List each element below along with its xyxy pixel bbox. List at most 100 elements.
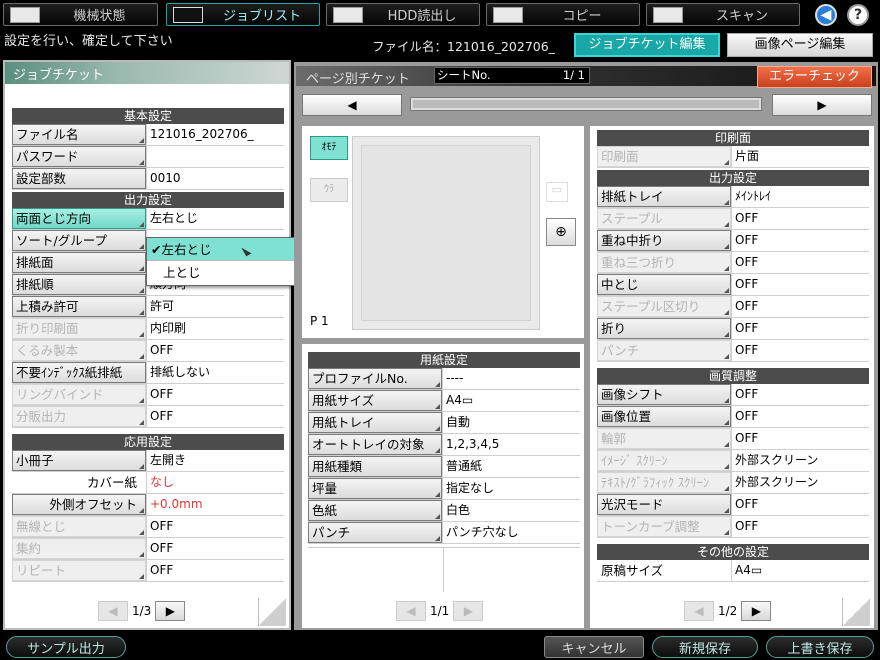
corner-mark-icon: [139, 354, 144, 359]
setting-key-button[interactable]: 重ね中折り: [597, 230, 731, 251]
tab-job-ticket-edit[interactable]: ジョブチケット編集: [574, 33, 720, 57]
setting-key-button[interactable]: オートトレイの対象: [308, 434, 442, 455]
prev-page-button[interactable]: ◀: [684, 601, 714, 621]
setting-key-button[interactable]: パンチ: [308, 522, 442, 543]
corner-mark-icon: [724, 310, 729, 315]
setting-row: ﾃｷｽﾄ/ｸﾞﾗﾌｨｯｸ ｽｸﾘｰﾝ 外部スクリーン: [597, 472, 869, 494]
setting-key-button[interactable]: 画像シフト: [597, 384, 731, 405]
back-side-button[interactable]: ｳﾗ: [310, 178, 348, 202]
setting-key-button[interactable]: 外側オフセット: [12, 494, 146, 515]
setting-key-button[interactable]: 色紙: [308, 500, 442, 521]
setting-key-button[interactable]: パスワード: [12, 146, 146, 167]
setting-key-button: 重ね三つ折り: [597, 252, 731, 273]
sample-output-button[interactable]: サンプル出力: [6, 636, 126, 658]
setting-value: 1,2,3,4,5: [442, 434, 580, 455]
sheet-prev-button[interactable]: ◀: [302, 94, 402, 116]
setting-key-button[interactable]: 不要ｲﾝﾃﾞｯｸｽ紙排紙: [12, 362, 146, 383]
setting-key-button: くるみ製本: [12, 340, 146, 361]
setting-key-button: リングバインド: [12, 384, 146, 405]
setting-value: OFF: [146, 516, 284, 537]
setting-value: 外部スクリーン: [731, 450, 869, 471]
next-page-button[interactable]: ▶: [741, 601, 772, 621]
setting-value: OFF: [731, 296, 869, 317]
setting-key-button[interactable]: 上積み許可: [12, 296, 146, 317]
setting-value: なし: [146, 472, 284, 493]
tab-image-page-edit[interactable]: 画像ページ編集: [727, 33, 873, 57]
setting-key-button[interactable]: 排紙トレイ: [597, 186, 731, 207]
new-save-button[interactable]: 新規保存: [652, 636, 758, 658]
setting-key-button[interactable]: 排紙面: [12, 252, 146, 273]
setting-key-button[interactable]: ファイル名: [12, 124, 146, 145]
page-curl-icon: [258, 598, 286, 626]
corner-mark-icon: [139, 138, 144, 143]
setting-row: 重ね三つ折り OFF: [597, 252, 869, 274]
next-page-button[interactable]: ▶: [155, 601, 186, 621]
setting-key-button[interactable]: 小冊子: [12, 450, 146, 471]
sheet-scrollbar[interactable]: [410, 97, 762, 111]
setting-value: +0.0mm: [146, 494, 284, 515]
setting-row: リングバインド OFF: [12, 384, 284, 406]
help-icon[interactable]: ?: [847, 4, 869, 26]
setting-value: 許可: [146, 296, 284, 317]
prev-page-button[interactable]: ◀: [396, 601, 426, 621]
section-header: 出力設定: [597, 170, 869, 186]
dropdown-option-lr[interactable]: ✔左右とじ: [147, 238, 315, 261]
setting-key-button: ステープル: [597, 208, 731, 229]
tab-job-list[interactable]: ジョブリスト: [166, 3, 320, 26]
setting-value: OFF: [731, 252, 869, 273]
setting-key-button: 輪郭: [597, 428, 731, 449]
setting-row: 無線とじ OFF: [12, 516, 284, 538]
tab-hdd-read[interactable]: HDD読出し: [326, 3, 480, 26]
setting-key-button[interactable]: 両面とじ方向: [12, 208, 146, 229]
setting-key-button[interactable]: 中とじ: [597, 274, 731, 295]
dropdown-option-top[interactable]: 上とじ: [147, 261, 315, 284]
overwrite-save-button[interactable]: 上書き保存: [766, 636, 874, 658]
setting-key-button[interactable]: 坪量: [308, 478, 442, 499]
setting-key-button[interactable]: 画像位置: [597, 406, 731, 427]
setting-key-button[interactable]: 設定部数: [12, 168, 146, 189]
scrollbar-thumb[interactable]: [413, 100, 759, 108]
setting-key-button[interactable]: プロファイルNo.: [308, 368, 442, 389]
setting-key-button[interactable]: 用紙サイズ: [308, 390, 442, 411]
corner-mark-icon: [139, 332, 144, 337]
corner-mark-icon: [724, 398, 729, 403]
error-check-button[interactable]: エラーチェック: [757, 66, 872, 88]
tab-machine-status[interactable]: 機械状態: [3, 3, 158, 26]
prev-page-button[interactable]: ◀: [98, 601, 128, 621]
setting-key-button[interactable]: 用紙トレイ: [308, 412, 442, 433]
section-header: 出力設定: [12, 192, 284, 208]
setting-key-button: 印刷面: [597, 146, 731, 167]
volume-icon[interactable]: ◀: [815, 4, 837, 26]
setting-row: 折り印刷面 内印刷: [12, 318, 284, 340]
setting-key-button[interactable]: 用紙種類: [308, 456, 442, 477]
setting-key-button: 分販出力: [12, 406, 146, 427]
setting-key-button[interactable]: ソート/グループ: [12, 230, 146, 251]
setting-value: 0010: [146, 168, 284, 189]
setting-row: オートトレイの対象 1,2,3,4,5: [308, 434, 580, 456]
sheet-next-button[interactable]: ▶: [772, 94, 872, 116]
section-header: 印刷面: [597, 130, 869, 146]
setting-value: 121016_202706_: [146, 124, 284, 145]
tab-copy[interactable]: コピー: [486, 3, 640, 26]
setting-value: OFF: [146, 340, 284, 361]
tab-scan[interactable]: スキャン: [646, 3, 800, 26]
page-indicator: 1/2: [718, 604, 738, 618]
zoom-icon[interactable]: ⊕: [546, 218, 576, 246]
corner-mark-icon: [139, 574, 144, 579]
cancel-button[interactable]: キャンセル: [544, 636, 644, 658]
option-label: 左右とじ: [161, 242, 212, 257]
setting-row: 重ね中折り OFF: [597, 230, 869, 252]
machine-status-icon: [10, 7, 40, 23]
setting-key-button[interactable]: 折り: [597, 318, 731, 339]
setting-key-button[interactable]: 光沢モード: [597, 494, 731, 515]
next-page-button[interactable]: ▶: [453, 601, 484, 621]
front-side-button[interactable]: ｵﾓﾃ: [310, 136, 348, 160]
section-header: その他の設定: [597, 544, 869, 560]
preview-icon[interactable]: ▭: [546, 182, 568, 202]
setting-row: 排紙トレイ ﾒｲﾝﾄﾚｲ: [597, 186, 869, 208]
job-ticket-title: ジョブチケット: [13, 68, 105, 83]
setting-row: 両面とじ方向 左右とじ: [12, 208, 284, 230]
setting-key-button[interactable]: 排紙順: [12, 274, 146, 295]
corner-mark-icon: [724, 530, 729, 535]
corner-mark-icon: [724, 442, 729, 447]
